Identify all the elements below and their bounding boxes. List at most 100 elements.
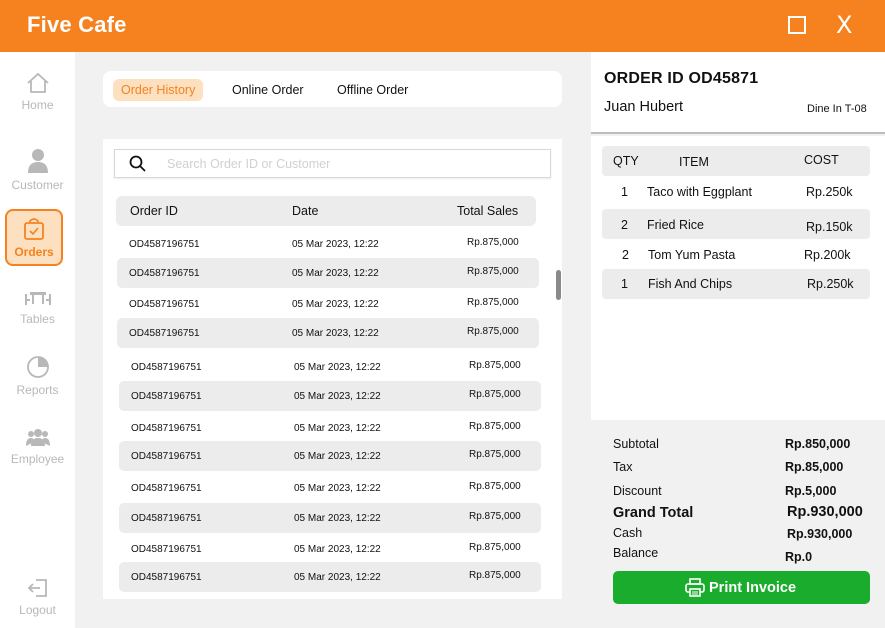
printer-icon — [685, 578, 705, 597]
item-name: Fried Rice — [647, 218, 704, 232]
row-order-id: OD4587196751 — [129, 299, 200, 310]
scrollbar-thumb[interactable] — [556, 270, 561, 300]
tax-value: Rp.85,000 — [785, 460, 844, 474]
sidebar-item-customer[interactable]: Customer — [0, 148, 75, 192]
grand-total-label: Grand Total — [613, 505, 694, 521]
app-title: Five Cafe — [27, 12, 127, 37]
sidebar-item-label: Customer — [11, 178, 64, 192]
tab-online-order[interactable]: Online Order — [232, 79, 304, 101]
order-item-row: 2 Tom Yum Pasta Rp.200k — [602, 240, 870, 270]
user-icon — [27, 149, 48, 173]
order-list-scrollbar[interactable] — [555, 178, 562, 596]
home-icon — [26, 72, 49, 93]
row-order-id: OD4587196751 — [131, 513, 202, 524]
sidebar-item-tables[interactable]: Tables — [0, 288, 75, 326]
tab-offline-order[interactable]: Offline Order — [337, 79, 408, 101]
search-input[interactable]: Search Order ID or Customer — [114, 149, 551, 178]
sidebar-item-label: Tables — [20, 312, 55, 326]
sidebar — [0, 52, 75, 628]
row-date: 05 Mar 2023, 12:22 — [294, 391, 381, 402]
row-order-id: OD4587196751 — [131, 544, 202, 555]
column-order-id: Order ID — [130, 204, 178, 218]
column-qty: QTY — [613, 154, 639, 168]
cash-label: Cash — [613, 526, 643, 540]
item-qty: 2 — [621, 218, 628, 232]
sidebar-item-label: Reports — [16, 383, 59, 397]
row-total: Rp.875,000 — [469, 570, 521, 581]
item-cost: Rp.200k — [804, 248, 851, 262]
row-order-id: OD4587196751 — [131, 451, 202, 462]
row-order-id: OD4587196751 — [131, 423, 202, 434]
logout-button[interactable]: Logout — [0, 577, 75, 617]
row-date: 05 Mar 2023, 12:22 — [292, 328, 379, 339]
employees-icon — [25, 429, 50, 446]
table-row[interactable]: OD4587196751 05 Mar 2023, 12:22 Rp.875,0… — [119, 413, 541, 443]
table-row[interactable]: OD4587196751 05 Mar 2023, 12:22 Rp.875,0… — [119, 534, 541, 564]
table-row[interactable]: OD4587196751 05 Mar 2023, 12:22 Rp.875,0… — [119, 562, 541, 592]
close-button[interactable]: X — [836, 13, 852, 37]
row-order-id: OD4587196751 — [131, 572, 202, 583]
sidebar-item-reports[interactable]: Reports — [0, 355, 75, 397]
tax-label: Tax — [613, 460, 633, 474]
row-date: 05 Mar 2023, 12:22 — [292, 268, 379, 279]
table-row[interactable]: OD4587196751 05 Mar 2023, 12:22 Rp.875,0… — [117, 289, 539, 319]
balance-value: Rp.0 — [785, 550, 813, 564]
table-icon — [24, 292, 51, 305]
row-total: Rp.875,000 — [467, 266, 519, 277]
item-name: Tom Yum Pasta — [648, 248, 736, 262]
row-order-id: OD4587196751 — [131, 362, 202, 373]
sidebar-item-employee[interactable]: Employee — [0, 428, 75, 466]
print-invoice-button[interactable]: Print Invoice — [613, 571, 870, 604]
discount-label: Discount — [613, 484, 662, 498]
row-total: Rp.875,000 — [469, 449, 521, 460]
order-id-title: ORDER ID OD45871 — [604, 70, 759, 87]
table-row[interactable]: OD4587196751 05 Mar 2023, 12:22 Rp.875,0… — [117, 258, 539, 288]
print-invoice-label: Print Invoice — [709, 580, 797, 596]
balance-label: Balance — [613, 546, 659, 560]
table-row[interactable]: OD4587196751 05 Mar 2023, 12:22 Rp.875,0… — [119, 503, 541, 533]
item-qty: 1 — [621, 277, 628, 291]
row-total: Rp.875,000 — [469, 360, 521, 371]
dine-in-table: Dine In T-08 — [807, 103, 867, 115]
table-row[interactable]: OD4587196751 05 Mar 2023, 12:22 Rp.875,0… — [119, 352, 541, 382]
reports-chart-icon — [26, 356, 49, 378]
customer-name: Juan Hubert — [604, 99, 683, 115]
column-total-sales: Total Sales — [457, 204, 519, 218]
orders-bag-icon — [24, 218, 44, 240]
order-item-row: 1 Fish And Chips Rp.250k — [602, 269, 870, 299]
table-row[interactable]: OD4587196751 05 Mar 2023, 12:22 Rp.875,0… — [119, 381, 541, 411]
row-total: Rp.875,000 — [469, 389, 521, 400]
orders-table-header: Order ID Date Total Sales — [116, 196, 536, 226]
row-total: Rp.875,000 — [469, 421, 521, 432]
row-total: Rp.875,000 — [467, 237, 519, 248]
table-row[interactable]: OD4587196751 05 Mar 2023, 12:22 Rp.875,0… — [119, 473, 541, 503]
grand-total-value: Rp.930,000 — [787, 504, 863, 520]
maximize-icon[interactable] — [788, 16, 806, 34]
table-row[interactable]: OD4587196751 05 Mar 2023, 12:22 Rp.875,0… — [117, 318, 539, 348]
subtotal-label: Subtotal — [613, 437, 659, 451]
order-item-row: 2 Fried Rice Rp.150k — [602, 209, 870, 239]
row-date: 05 Mar 2023, 12:22 — [294, 451, 381, 462]
sidebar-item-home[interactable]: Home — [0, 72, 75, 112]
row-date: 05 Mar 2023, 12:22 — [292, 239, 379, 250]
row-total: Rp.875,000 — [469, 511, 521, 522]
logout-icon — [27, 579, 47, 597]
row-date: 05 Mar 2023, 12:22 — [294, 362, 381, 373]
row-total: Rp.875,000 — [469, 542, 521, 553]
table-row[interactable]: OD4587196751 05 Mar 2023, 12:22 Rp.875,0… — [117, 229, 539, 259]
column-item: ITEM — [679, 155, 709, 169]
item-cost: Rp.250k — [806, 185, 853, 199]
row-date: 05 Mar 2023, 12:22 — [294, 513, 381, 524]
sidebar-item-orders[interactable]: Orders — [5, 209, 63, 266]
column-cost: COST — [804, 153, 839, 167]
row-order-id: OD4587196751 — [129, 239, 200, 250]
subtotal-value: Rp.850,000 — [785, 437, 851, 451]
item-qty: 2 — [622, 248, 629, 262]
order-item-row: 1 Taco with Eggplant Rp.250k — [602, 177, 870, 207]
sidebar-item-label: Employee — [10, 452, 65, 466]
search-icon — [129, 155, 146, 172]
table-row[interactable]: OD4587196751 05 Mar 2023, 12:22 Rp.875,0… — [119, 441, 541, 471]
row-order-id: OD4587196751 — [129, 328, 200, 339]
row-order-id: OD4587196751 — [131, 483, 202, 494]
tab-order-history[interactable]: Order History — [113, 79, 204, 101]
